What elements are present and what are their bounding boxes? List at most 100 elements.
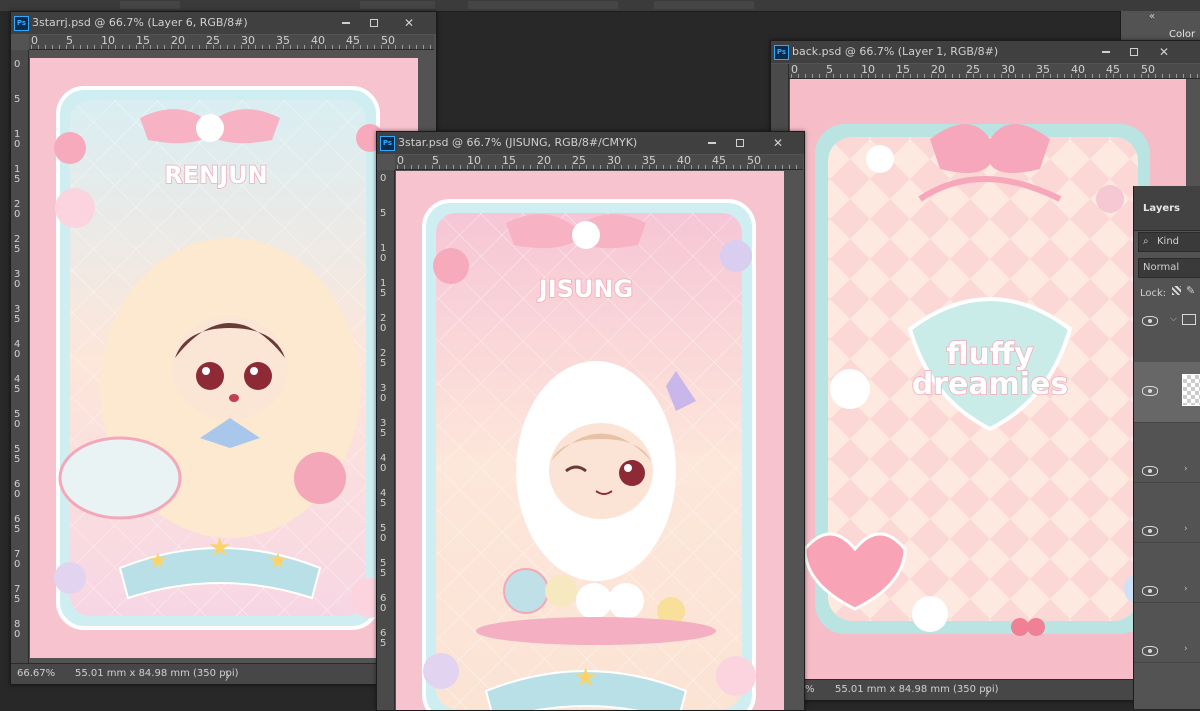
horizontal-ruler[interactable]: 0 5 10 15 20 25 30 35 40 45 50	[789, 64, 1200, 79]
chevron-right-icon[interactable]: ›	[1184, 464, 1188, 474]
window-titlebar[interactable]: Ps back.psd @ 66.7% (Layer 1, RGB/8#) ✕	[771, 41, 1200, 63]
vertical-ruler[interactable]: 0 5 1 0 1 5 2 0 2 5 3 0 3 5 4 0 4 5 5 0 …	[377, 170, 395, 710]
svg-text:★: ★	[208, 533, 231, 563]
ruler-tick	[987, 74, 988, 78]
ruler-tick	[607, 165, 608, 169]
ruler-tick	[1113, 74, 1114, 78]
visibility-eye-icon[interactable]	[1142, 586, 1158, 596]
ruler-tick	[1036, 74, 1037, 78]
ruler-tick	[761, 165, 762, 169]
ruler-tick	[332, 45, 333, 49]
blend-mode-select[interactable]: Normal	[1138, 258, 1200, 278]
minimize-button[interactable]	[337, 15, 355, 31]
layer-row[interactable]: ›	[1134, 542, 1200, 603]
lock-transparency-icon[interactable]	[1172, 286, 1181, 295]
status-menu-arrow[interactable]: 〉	[985, 684, 995, 699]
ruler-tick	[1057, 74, 1058, 78]
horizontal-ruler[interactable]: 0 5 10 15 20 25 30 35 40 45 50	[395, 155, 803, 170]
minimize-button[interactable]	[1097, 44, 1115, 60]
layer-row[interactable]: ›	[1134, 422, 1200, 483]
ruler-tick	[481, 165, 482, 169]
back-artwork: fluffy dreamies	[803, 124, 1168, 636]
ruler-tick	[1183, 74, 1184, 78]
lock-brush-icon[interactable]: ✎	[1186, 284, 1195, 297]
ruler-tick	[600, 165, 601, 169]
ruler-label: 1 5	[14, 164, 21, 185]
filter-kind-select[interactable]: ⌕ Kind	[1138, 232, 1200, 252]
close-button[interactable]: ✕	[769, 135, 787, 151]
maximize-button[interactable]	[731, 135, 749, 151]
horizontal-ruler[interactable]: 0 5 10 15 20 25 30 35 40 45 50	[29, 35, 434, 50]
ruler-tick	[227, 45, 228, 49]
vertical-ruler[interactable]: 0 5 1 0 1 5 2 0 2 5 3 0 3 5 4 0 4 5 5 0 …	[11, 50, 29, 663]
window-title: 3starrj.psd @ 66.7% (Layer 6, RGB/8#)	[32, 16, 248, 29]
ruler-label: 6 5	[14, 514, 21, 535]
ruler-label: 3 0	[380, 383, 387, 404]
document-canvas[interactable]: RENJUN ★ ★ ★	[30, 58, 418, 658]
zoom-level[interactable]: 66.67%	[17, 668, 55, 679]
ruler-tick	[339, 45, 340, 49]
ruler-tick	[579, 165, 580, 169]
status-menu-arrow[interactable]: 〉	[225, 668, 235, 683]
close-button[interactable]: ✕	[400, 15, 418, 31]
document-size: 55.01 mm x 84.98 mm (350 ppi)	[835, 684, 999, 695]
ruler-tick	[798, 74, 799, 78]
ruler-tick	[558, 165, 559, 169]
card-name: JISUNG	[537, 275, 633, 303]
ruler-tick	[1085, 74, 1086, 78]
visibility-eye-icon[interactable]	[1142, 386, 1158, 396]
option-segment[interactable]	[120, 1, 180, 9]
svg-text:★: ★	[268, 549, 288, 574]
ruler-tick	[304, 45, 305, 49]
document-canvas[interactable]: fluffy dreamies	[790, 79, 1186, 679]
chevron-right-icon[interactable]: ›	[1184, 524, 1188, 534]
ruler-tick	[1071, 74, 1072, 78]
document-window-renjun[interactable]: Ps 3starrj.psd @ 66.7% (Layer 6, RGB/8#)…	[10, 11, 437, 685]
ruler-tick	[439, 165, 440, 169]
logo-line-2: dreamies	[912, 367, 1069, 402]
tab-layers[interactable]: Layers	[1134, 186, 1200, 231]
visibility-eye-icon[interactable]	[1142, 526, 1158, 536]
visibility-eye-icon[interactable]	[1142, 646, 1158, 656]
ruler-tick	[381, 45, 382, 49]
document-window-jisung[interactable]: Ps 3star.psd @ 66.7% (JISUNG, RGB/8#/CMY…	[376, 131, 805, 711]
ruler-tick	[220, 45, 221, 49]
option-segment[interactable]	[468, 1, 618, 9]
layer-row[interactable]: ›	[1134, 482, 1200, 543]
maximize-button[interactable]	[365, 15, 383, 31]
option-segment[interactable]	[360, 1, 435, 9]
layer-thumbnail[interactable]	[1182, 374, 1200, 406]
chevron-right-icon[interactable]: ›	[1184, 584, 1188, 594]
ruler-label: 0	[31, 35, 38, 47]
collapse-panels-icon[interactable]: «	[1149, 11, 1155, 22]
ruler-tick	[402, 45, 403, 49]
ruler-tick	[1029, 74, 1030, 78]
document-canvas[interactable]: JISUNG ★	[396, 171, 784, 710]
window-titlebar[interactable]: Ps 3star.psd @ 66.7% (JISUNG, RGB/8#/CMY…	[377, 132, 804, 154]
ruler-tick	[775, 165, 776, 169]
layer-row[interactable]: ›	[1134, 602, 1200, 663]
ruler-label: 5	[14, 94, 21, 105]
visibility-eye-icon[interactable]	[1142, 466, 1158, 476]
ruler-label: 0	[791, 64, 798, 76]
layer-row-selected[interactable]	[1134, 362, 1200, 423]
ruler-tick	[1022, 74, 1023, 78]
chevron-down-icon[interactable]: ⌵	[1170, 314, 1177, 324]
zoom-level[interactable]: %	[805, 684, 815, 695]
ruler-tick	[1043, 74, 1044, 78]
status-bar: 66.67% 55.01 mm x 84.98 mm (350 ppi) 〉	[11, 663, 436, 684]
maximize-button[interactable]	[1125, 44, 1143, 60]
minimize-button[interactable]	[703, 135, 721, 151]
option-segment[interactable]	[654, 1, 754, 9]
ruler-label: 4 0	[14, 339, 21, 360]
visibility-eye-icon[interactable]	[1142, 316, 1158, 326]
tab-color[interactable]: Color	[1169, 29, 1195, 40]
ruler-label: 3 5	[380, 418, 387, 439]
chevron-right-icon[interactable]: ›	[1184, 644, 1188, 654]
layer-row-group[interactable]: ⌵	[1134, 302, 1200, 363]
close-button[interactable]: ✕	[1155, 44, 1173, 60]
tools-panel-edge	[0, 11, 10, 709]
window-titlebar[interactable]: Ps 3starrj.psd @ 66.7% (Layer 6, RGB/8#)…	[11, 12, 436, 34]
ruler-tick	[973, 74, 974, 78]
ruler-tick	[1015, 74, 1016, 78]
